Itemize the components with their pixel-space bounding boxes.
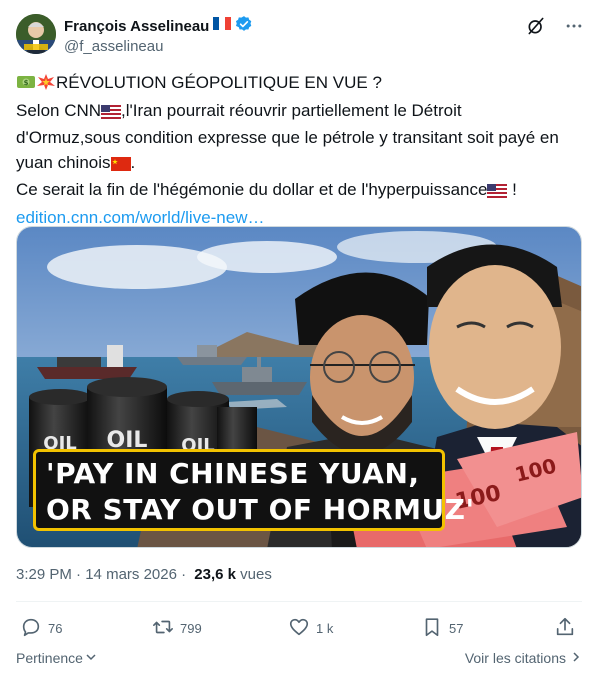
tweet-time[interactable]: 3:29 PM <box>16 566 72 583</box>
svg-text:$: $ <box>24 79 29 87</box>
tweet-line-3: d'Ormuz,sous condition expresse que le p… <box>16 128 559 147</box>
tweet-meta: 3:29 PM · 14 mars 2026 · 23,6 k vues <box>16 566 272 583</box>
like-button[interactable]: 1 k <box>288 612 333 644</box>
share-button[interactable] <box>554 612 576 644</box>
collision-emoji-icon <box>36 73 56 99</box>
tweet-header: François Asselineau @f_asselineau <box>16 14 584 58</box>
views-label: vues <box>236 566 272 583</box>
headline-banner: 'PAY IN CHINESE YUAN, OR STAY OUT OF HOR… <box>33 449 475 531</box>
view-quotes-label: Voir les citations <box>464 650 566 666</box>
tweet-line-1: RÉVOLUTION GÉOPOLITIQUE EN VUE ? <box>56 73 382 92</box>
france-flag-icon <box>213 17 232 35</box>
tweet-line-2b: ,l'Iran pourrait réouvrir partiellement … <box>121 100 462 120</box>
relevance-sort-button[interactable]: Pertinence <box>16 650 97 666</box>
like-count: 1 k <box>316 620 334 636</box>
tweet-line-4a: yuan chinois <box>16 152 111 172</box>
author-block[interactable]: François Asselineau @f_asselineau <box>64 15 253 55</box>
relevance-label: Pertinence <box>16 650 83 666</box>
share-icon <box>554 616 576 641</box>
divider <box>16 601 582 602</box>
tweet-date[interactable]: 14 mars 2026 <box>85 566 177 583</box>
view-quotes-link[interactable]: Voir les citations <box>465 650 582 666</box>
views-count: 23,6 k <box>194 566 237 583</box>
meta-separator: · <box>176 566 191 583</box>
tweet-line-5a: Ce serait la fin de l'hégémonie du dolla… <box>16 180 488 199</box>
tweet-line-2a: Selon CNN <box>16 100 102 120</box>
display-name[interactable]: François Asselineau <box>64 18 209 35</box>
repost-count: 799 <box>180 620 202 636</box>
action-bar: 76 799 1 k 57 <box>16 612 582 644</box>
banner-line-2: OR STAY OUT OF HORMUZ' <box>46 493 475 526</box>
money-emoji-icon: $ <box>16 73 36 99</box>
repost-button[interactable]: 799 <box>152 612 202 644</box>
article-link[interactable]: edition.cnn.com/world/live-new… <box>16 208 265 227</box>
meta-separator: · <box>71 566 86 583</box>
china-flag-icon <box>110 154 131 179</box>
repost-icon <box>152 616 174 641</box>
chevron-down-icon <box>85 650 97 666</box>
tweet-line-4b: . <box>130 152 136 172</box>
tweet-line-5b: ! <box>507 180 517 199</box>
verified-badge-icon <box>235 15 253 38</box>
avatar[interactable] <box>16 14 56 54</box>
reply-button[interactable]: 76 <box>20 612 62 644</box>
more-dots-icon[interactable] <box>564 16 584 41</box>
chevron-right-icon <box>570 650 582 666</box>
banner-line-1: 'PAY IN CHINESE YUAN, <box>46 457 420 490</box>
reply-count: 76 <box>48 620 63 636</box>
tweet-media-image[interactable]: OIL OIL OIL 100 100 'PAY IN CHINESE YUAN… <box>16 226 582 548</box>
tweet-text: $ RÉVOLUTION GÉOPOLITIQUE EN VUE ? Selon … <box>16 71 582 230</box>
us-flag-icon <box>487 181 508 206</box>
bookmark-button[interactable]: 57 <box>421 612 463 644</box>
heart-icon <box>288 616 310 641</box>
handle[interactable]: @f_asselineau <box>64 38 253 55</box>
grok-slash-icon[interactable] <box>526 16 546 41</box>
bookmark-count: 57 <box>449 620 464 636</box>
bookmark-icon <box>421 616 443 641</box>
reply-icon <box>20 616 42 641</box>
tweet-footer: Pertinence Voir les citations <box>16 648 582 670</box>
us-flag-icon <box>101 102 122 127</box>
